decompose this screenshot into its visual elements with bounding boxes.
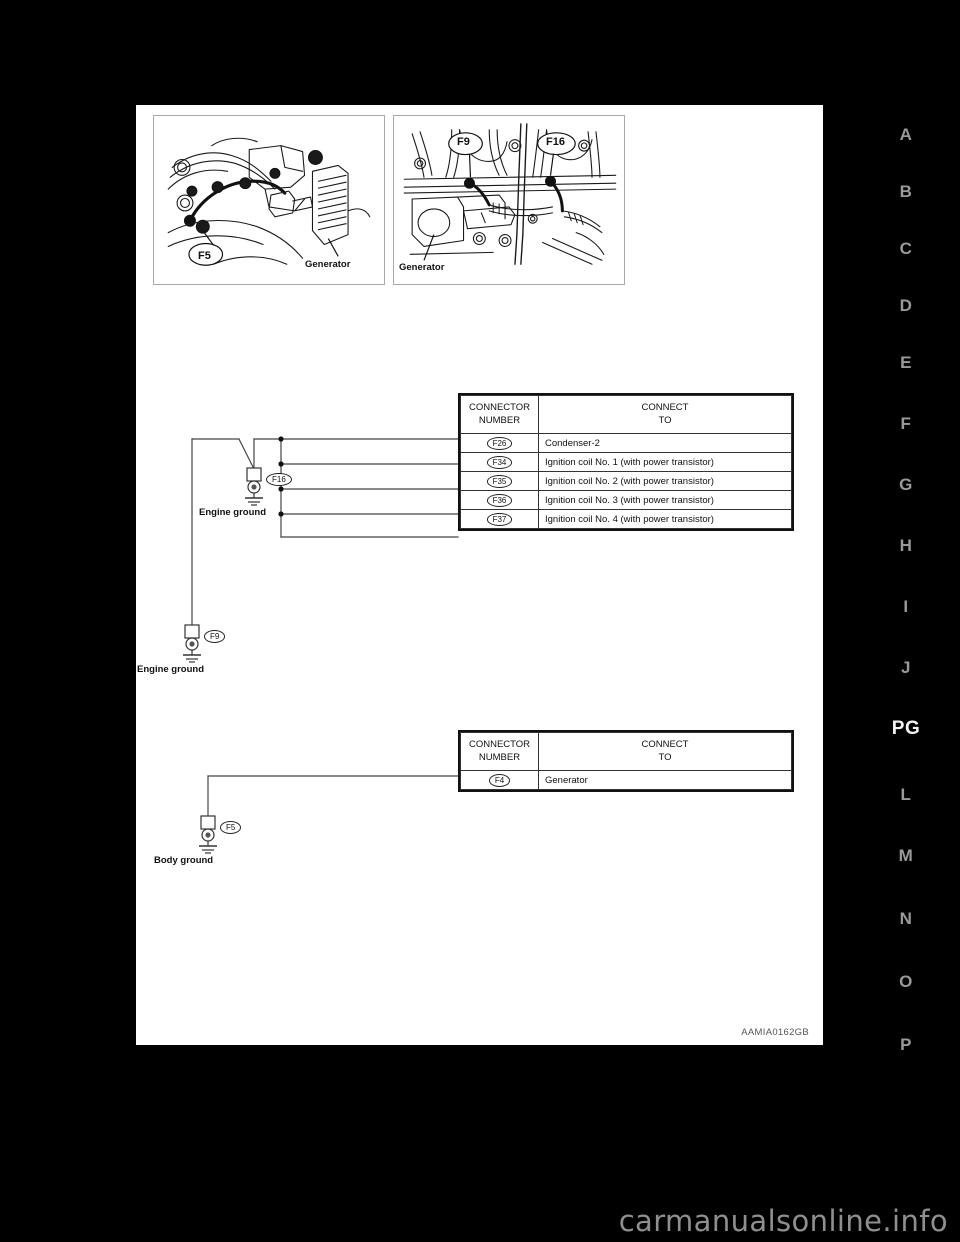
side-tab-m[interactable]: M bbox=[884, 846, 928, 866]
header-connect-to-line2: TO bbox=[658, 751, 672, 763]
ground-badge-f16: F16 bbox=[266, 473, 292, 486]
table-row: F37 Ignition coil No. 4 (with power tran… bbox=[460, 509, 792, 529]
side-tab-j[interactable]: J bbox=[884, 658, 928, 678]
manual-page-panel: F5 Generator F9 F16 Generator F16 Engine… bbox=[136, 105, 823, 1045]
cell-connect-to: Generator bbox=[538, 770, 792, 790]
connector-table-1: CONNECTOR NUMBER CONNECT TO F26 Condense… bbox=[458, 393, 794, 531]
header-connect-to: CONNECT TO bbox=[538, 732, 792, 771]
connector-badge: F26 bbox=[486, 436, 513, 450]
header-connect-to-line1: CONNECT bbox=[641, 402, 689, 413]
table-row: F35 Ignition coil No. 2 (with power tran… bbox=[460, 471, 792, 491]
callout-label-generator-left: Generator bbox=[305, 259, 351, 270]
table-row: F4 Generator bbox=[460, 770, 792, 790]
ground-badge-f5: F5 bbox=[220, 821, 242, 834]
side-tab-a[interactable]: A bbox=[884, 125, 928, 145]
callout-label-f9: F9 bbox=[457, 136, 470, 148]
side-tab-pg[interactable]: PG bbox=[884, 719, 928, 739]
photo-box-f9-f16-generator: F9 F16 Generator bbox=[393, 115, 625, 285]
connector-badge: F4 bbox=[488, 773, 511, 787]
figure-id-label: AAMIA0162GB bbox=[741, 1027, 809, 1038]
side-tab-e[interactable]: E bbox=[884, 353, 928, 373]
side-tab-b[interactable]: B bbox=[884, 182, 928, 202]
connector-badge: F36 bbox=[486, 493, 513, 507]
table-header-row: CONNECTOR NUMBER CONNECT TO bbox=[460, 732, 792, 771]
cell-connect-to: Ignition coil No. 2 (with power transist… bbox=[538, 471, 792, 491]
table-row: F34 Ignition coil No. 1 (with power tran… bbox=[460, 452, 792, 472]
header-connect-to-line2: TO bbox=[658, 414, 672, 426]
callout-label-f16: F16 bbox=[546, 136, 565, 148]
cell-connector-number: F36 bbox=[460, 490, 539, 510]
side-tab-o[interactable]: O bbox=[884, 972, 928, 992]
header-connector-number: CONNECTOR NUMBER bbox=[460, 732, 539, 771]
side-tab-p[interactable]: P bbox=[884, 1035, 928, 1055]
side-tab-i[interactable]: I bbox=[884, 597, 928, 617]
header-connector-number-line2: NUMBER bbox=[478, 751, 521, 763]
cell-connector-number: F26 bbox=[460, 433, 539, 453]
side-tab-h[interactable]: H bbox=[884, 536, 928, 556]
ground-label-f5: Body ground bbox=[154, 855, 214, 866]
ground-symbol-f5 bbox=[199, 815, 217, 854]
page-root: F5 Generator F9 F16 Generator F16 Engine… bbox=[0, 0, 960, 1242]
ground-label-f9: Engine ground bbox=[137, 664, 205, 675]
wiring-diagram-lower bbox=[207, 775, 459, 818]
cell-connector-number: F4 bbox=[460, 770, 539, 790]
site-watermark: carmanualsonline.info bbox=[618, 1204, 948, 1238]
ground-symbol-f16 bbox=[245, 467, 263, 506]
side-tab-c[interactable]: C bbox=[884, 239, 928, 259]
header-connector-number-line1: CONNECTOR bbox=[468, 739, 531, 750]
cell-connector-number: F35 bbox=[460, 471, 539, 491]
side-tab-n[interactable]: N bbox=[884, 909, 928, 929]
ground-symbol-f9 bbox=[183, 624, 201, 663]
connector-table-2: CONNECTOR NUMBER CONNECT TO F4 Generator bbox=[458, 730, 794, 792]
connector-badge: F35 bbox=[486, 474, 513, 488]
connector-badge: F34 bbox=[486, 455, 513, 469]
ground-label-f16: Engine ground bbox=[199, 507, 267, 518]
side-tab-l[interactable]: L bbox=[884, 785, 928, 805]
section-index-tabs: A B C D E F G H I J PG L M N O P bbox=[884, 105, 944, 1055]
header-connector-number: CONNECTOR NUMBER bbox=[460, 395, 539, 434]
cell-connect-to: Ignition coil No. 3 (with power transist… bbox=[538, 490, 792, 510]
photo-box-f5-generator: F5 Generator bbox=[153, 115, 385, 285]
side-tab-d[interactable]: D bbox=[884, 296, 928, 316]
side-tab-f[interactable]: F bbox=[884, 414, 928, 434]
callout-label-f5: F5 bbox=[198, 250, 211, 262]
table-header-row: CONNECTOR NUMBER CONNECT TO bbox=[460, 395, 792, 434]
callout-label-generator-right: Generator bbox=[399, 262, 445, 273]
cell-connector-number: F37 bbox=[460, 509, 539, 529]
table-row: F26 Condenser-2 bbox=[460, 433, 792, 453]
header-connector-number-line1: CONNECTOR bbox=[468, 402, 531, 413]
header-connect-to: CONNECT TO bbox=[538, 395, 792, 434]
cell-connect-to: Ignition coil No. 1 (with power transist… bbox=[538, 452, 792, 472]
cell-connector-number: F34 bbox=[460, 452, 539, 472]
side-tab-g[interactable]: G bbox=[884, 475, 928, 495]
cell-connect-to: Ignition coil No. 4 (with power transist… bbox=[538, 509, 792, 529]
engine-bay-illustration-right bbox=[403, 123, 617, 265]
header-connect-to-line1: CONNECT bbox=[641, 739, 689, 750]
table-row: F36 Ignition coil No. 3 (with power tran… bbox=[460, 490, 792, 510]
ground-badge-f9: F9 bbox=[204, 630, 226, 643]
connector-badge: F37 bbox=[486, 512, 513, 526]
cell-connect-to: Condenser-2 bbox=[538, 433, 792, 453]
header-connector-number-line2: NUMBER bbox=[478, 414, 521, 426]
